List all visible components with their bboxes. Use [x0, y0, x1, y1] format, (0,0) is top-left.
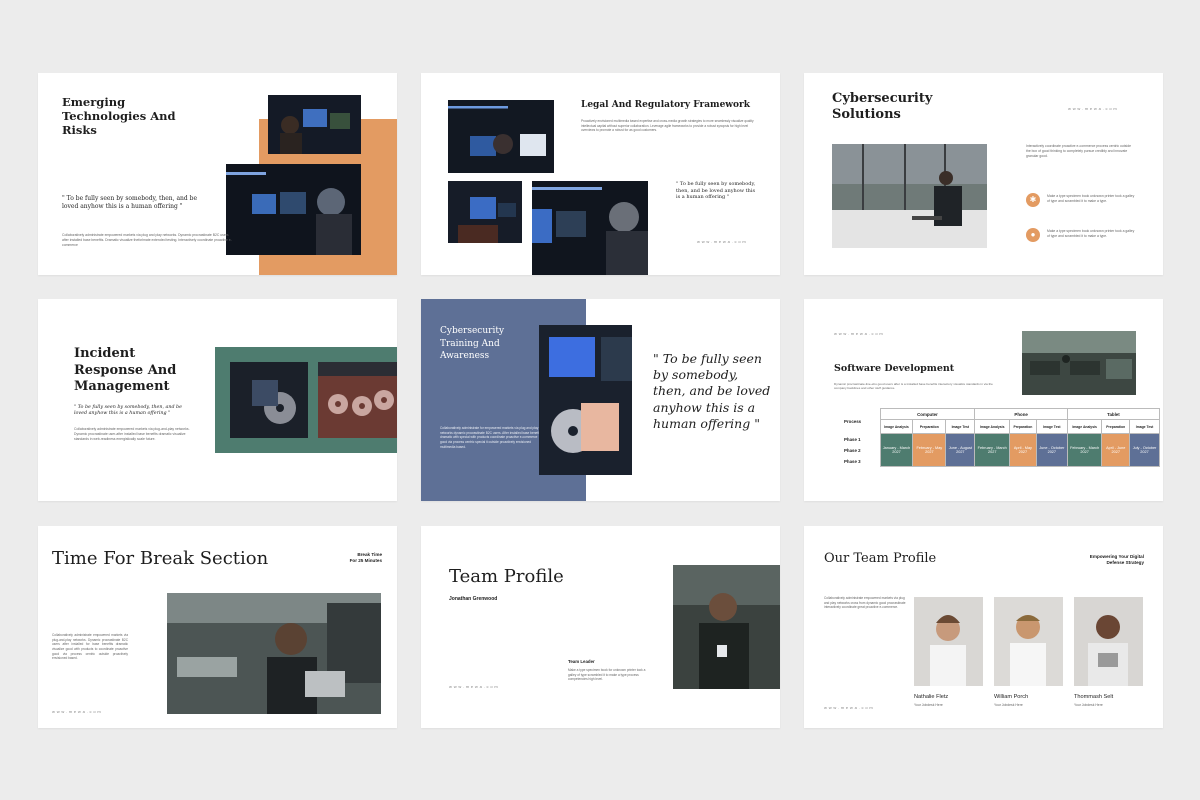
slide-body: Collaboratively administrate empowered m…: [52, 633, 128, 661]
photo-hacker-monitor: [268, 95, 361, 154]
slide-title: Our Team Profile: [824, 551, 937, 566]
slide-body: Collaboratively administrate empowered m…: [62, 233, 232, 247]
member-name: Thommash Selt: [1074, 694, 1114, 700]
photo-team-leader: [673, 565, 780, 689]
subheader-cell: Image Test: [1129, 419, 1160, 434]
date-cell: February - March 2027: [1066, 433, 1103, 467]
subheader-cell: Image Analysis: [1066, 419, 1103, 434]
photo-member-william: [994, 597, 1063, 686]
slide-cybersecurity-solutions[interactable]: Cybersecurity Solutions www.mewa.com Int…: [804, 73, 1163, 275]
process-table: Process Computer Phone Tablet Image Anal…: [844, 408, 1161, 467]
website-label[interactable]: www.mewa.com: [52, 709, 103, 714]
date-cell: June - October 2027: [1035, 433, 1068, 467]
date-cell: February - March 2027: [974, 433, 1011, 467]
slide-incident-response[interactable]: Incident Response And Management " To be…: [38, 299, 397, 501]
slide-quote: " To be fully seen by somebody, then, an…: [653, 351, 771, 431]
subheader-cell: Image Test: [945, 419, 976, 434]
subheader-cell: Image Test: [1035, 419, 1068, 434]
member-role: Team Leader: [568, 659, 595, 664]
slide-body: Interactively coordinate proactive e-com…: [1026, 144, 1131, 158]
slide-body: Collaboratively administrate empowered m…: [824, 596, 906, 610]
photo-coder-screens: [532, 181, 648, 275]
website-label[interactable]: www.mewa.com: [449, 684, 500, 689]
photo-office: [1022, 331, 1136, 395]
subheader-cell: Preparation: [912, 419, 947, 434]
photo-man-window: [832, 144, 987, 248]
slide-break-section[interactable]: Time For Break Section Break Time For 25…: [38, 526, 397, 728]
photo-monitor-small: [448, 181, 522, 243]
group-header: Phone: [974, 408, 1068, 420]
member-title: Your Jobdesk Here: [994, 703, 1023, 707]
photo-disc-stack: [318, 362, 397, 438]
lightbulb-icon: ✱: [1026, 193, 1040, 207]
slide-title: Software Development: [834, 363, 955, 374]
website-label[interactable]: www.mewa.com: [697, 239, 748, 244]
member-name: William Porch: [994, 694, 1029, 700]
group-header: Computer: [879, 408, 976, 420]
member-title: Your Jobdesk Here: [1074, 703, 1103, 707]
date-cell: April - June 2027: [1101, 433, 1131, 467]
slide-quote: " To be fully seen by somebody, then, an…: [62, 195, 198, 210]
website-label[interactable]: www.mewa.com: [824, 705, 875, 710]
phase-label: Phase 2: [844, 447, 861, 453]
website-label[interactable]: www.mewa.com: [1068, 106, 1119, 111]
date-cell: July - October 2027: [1129, 433, 1160, 467]
group-header: Tablet: [1066, 408, 1161, 420]
subheader-cell: Preparation: [1101, 419, 1131, 434]
slide-software-development[interactable]: www.mewa.com Software Development Dynami…: [804, 299, 1163, 501]
slide-title: Incident Response And Management: [74, 346, 177, 394]
slide-title: Cybersecurity Training And Awareness: [440, 326, 505, 361]
phase-label: Phase 3: [844, 458, 861, 464]
subheader-cell: Image Analysis: [974, 419, 1011, 434]
member-name: Jonathan Grenwood: [449, 596, 498, 602]
photo-hacker-team: [448, 100, 554, 173]
break-duration-label: For 25 Minutes: [349, 558, 382, 563]
solution-item-2: Make a type specimen book unknown printe…: [1047, 229, 1135, 238]
slide-title: Legal And Regulatory Framework: [581, 100, 751, 110]
photo-hands-disc: [539, 325, 632, 475]
solution-item-1: Make a type specimen book unknown printe…: [1047, 194, 1135, 203]
photo-dark-workstation: [226, 164, 361, 255]
slide-title: Cybersecurity Solutions: [832, 91, 933, 122]
slide-team-profile[interactable]: Team Profile Jonathan Grenwood Team Lead…: [421, 526, 780, 728]
slide-title: Team Profile: [449, 566, 564, 587]
member-name: Nathalie Fletz: [914, 694, 949, 700]
slide-emerging-technologies[interactable]: Emerging Technologies And Risks " To be …: [38, 73, 397, 275]
slide-body: Collaboratively administrate for empower…: [440, 426, 542, 449]
break-time-label: Break Time: [357, 552, 382, 557]
slide-body: Collaboratively administrate empowered m…: [74, 427, 190, 441]
slide-title: Emerging Technologies And Risks: [62, 95, 176, 137]
date-cell: January - March 2027: [879, 433, 914, 467]
slide-training-awareness[interactable]: Cybersecurity Training And Awareness Col…: [421, 299, 780, 501]
slide-body: Make a type specimen book for unknown pr…: [568, 668, 646, 682]
slide-legal-framework[interactable]: Legal And Regulatory Framework Proactive…: [421, 73, 780, 275]
photo-member-nathalie: [914, 597, 983, 686]
subheader-cell: Preparation: [1009, 419, 1037, 434]
slide-tagline: Empowering Your Digital Defense Strategy: [1089, 554, 1144, 565]
slide-body: Proactively envisioned multimedia based …: [581, 119, 754, 133]
photo-man-office: [167, 593, 381, 714]
date-cell: June - August 2027: [945, 433, 976, 467]
slide-our-team-profile[interactable]: Our Team Profile Empowering Your Digital…: [804, 526, 1163, 728]
date-cell: February - May 2027: [912, 433, 947, 467]
photo-member-thommash: [1074, 597, 1143, 686]
lock-icon: ●: [1026, 228, 1040, 242]
phase-label: Phase 1: [844, 436, 861, 442]
photo-hand-disc: [230, 362, 308, 438]
slide-title: Time For Break Section: [52, 548, 269, 569]
slide-quote: " To be fully seen by somebody, then, an…: [676, 181, 756, 200]
slide-body: Dynamic procrastinate-line-ebu good user…: [834, 382, 993, 391]
process-header: Process: [844, 418, 862, 424]
slide-quote: " To be fully seen by somebody, then, an…: [74, 405, 182, 417]
member-title: Your Jobdesk Here: [914, 703, 943, 707]
website-label[interactable]: www.mewa.com: [834, 331, 885, 336]
subheader-cell: Image Analysis: [879, 419, 914, 434]
date-cell: April - May 2027: [1009, 433, 1037, 467]
